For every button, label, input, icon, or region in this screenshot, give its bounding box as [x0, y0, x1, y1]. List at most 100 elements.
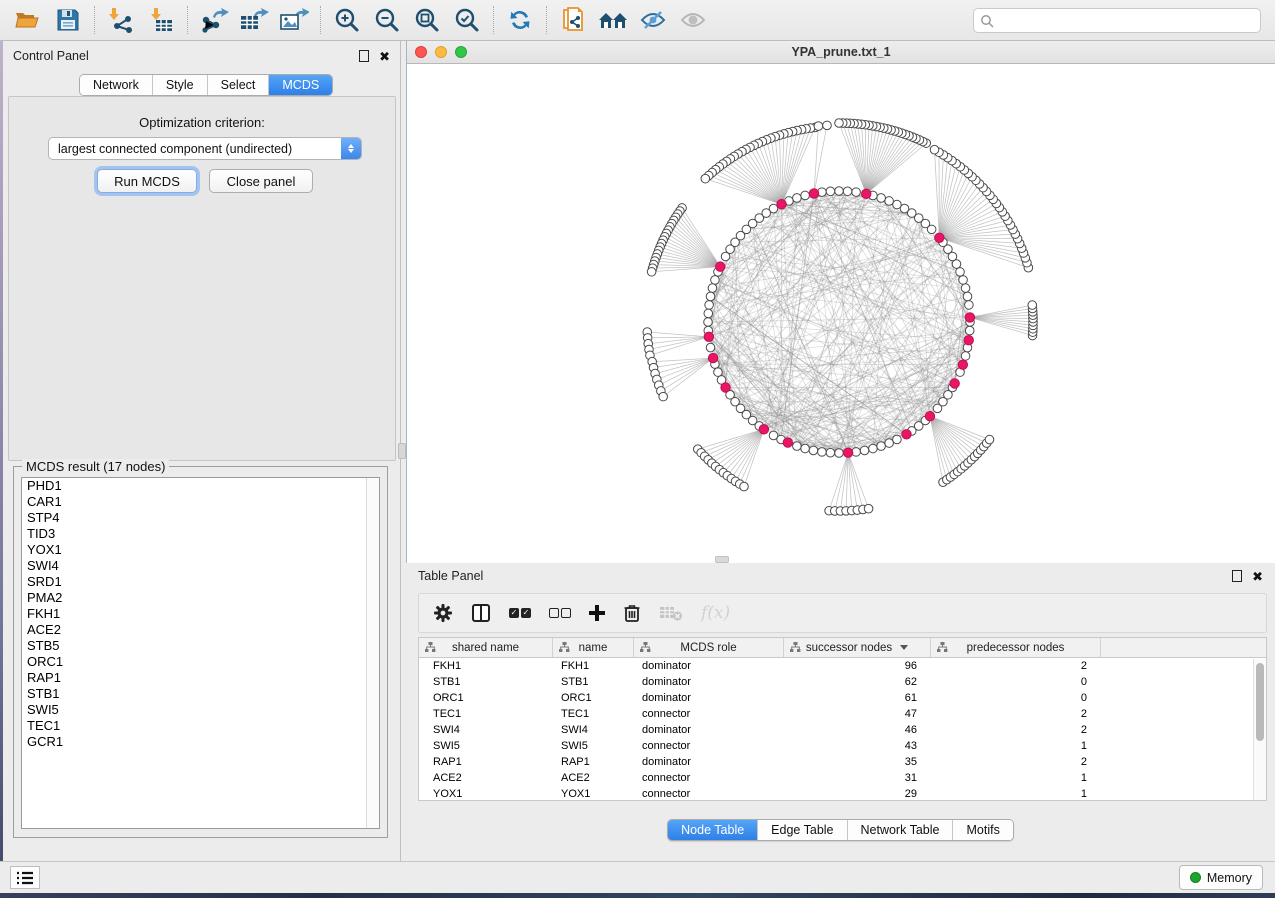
- mcds-result-item[interactable]: CAR1: [22, 494, 379, 510]
- network-node[interactable]: [701, 174, 710, 183]
- network-node[interactable]: [1028, 301, 1037, 310]
- delete-table-button[interactable]: [659, 599, 683, 627]
- column-header-MCDS-role[interactable]: MCDS role: [634, 638, 784, 657]
- network-node[interactable]: [706, 343, 715, 352]
- network-node[interactable]: [961, 284, 970, 293]
- zoom-out-button[interactable]: [367, 3, 407, 37]
- mcds-result-item[interactable]: ORC1: [22, 654, 379, 670]
- network-node[interactable]: [852, 188, 861, 197]
- table-row-FKH1[interactable]: FKH1FKH1dominator962: [419, 658, 1266, 674]
- mcds-result-list[interactable]: PHD1CAR1STP4TID3YOX1SWI4SRD1PMA2FKH1ACE2…: [21, 477, 380, 829]
- zoom-fit-content-button[interactable]: [407, 3, 447, 37]
- network-node[interactable]: [965, 326, 974, 335]
- mcds-result-item[interactable]: STB5: [22, 638, 379, 654]
- mcds-network-node[interactable]: [862, 189, 871, 198]
- network-node[interactable]: [826, 187, 835, 196]
- mcds-network-node[interactable]: [708, 353, 717, 362]
- maximize-window-icon[interactable]: [455, 46, 467, 58]
- mcds-result-item[interactable]: TEC1: [22, 718, 379, 734]
- mcds-network-node[interactable]: [950, 379, 959, 388]
- control-tab-network[interactable]: Network: [80, 75, 153, 95]
- network-node[interactable]: [826, 448, 835, 457]
- table-tab-motifs[interactable]: Motifs: [953, 820, 1012, 840]
- network-node[interactable]: [659, 392, 668, 401]
- network-node[interactable]: [801, 444, 810, 453]
- network-node[interactable]: [835, 119, 844, 128]
- table-tab-edge-table[interactable]: Edge Table: [758, 820, 847, 840]
- network-node[interactable]: [930, 145, 939, 154]
- close-panel-icon[interactable]: ✖: [379, 50, 390, 63]
- network-window-titlebar[interactable]: YPA_prune.txt_1: [407, 41, 1275, 64]
- close-window-icon[interactable]: [415, 46, 427, 58]
- search-input[interactable]: [994, 13, 1254, 29]
- column-header-successor-nodes[interactable]: successor nodes: [784, 638, 931, 657]
- network-node[interactable]: [985, 435, 994, 444]
- network-node[interactable]: [647, 267, 656, 276]
- network-node[interactable]: [869, 444, 878, 453]
- network-node[interactable]: [959, 276, 968, 285]
- mcds-network-node[interactable]: [925, 412, 934, 421]
- table-row-ORC1[interactable]: ORC1ORC1dominator610: [419, 690, 1266, 706]
- function-builder-button[interactable]: f(x): [701, 599, 730, 627]
- first-neighbors-button[interactable]: [593, 3, 633, 37]
- add-column-button[interactable]: [589, 599, 605, 627]
- control-tab-select[interactable]: Select: [208, 75, 270, 95]
- float-panel-icon[interactable]: [359, 50, 369, 62]
- mcds-network-node[interactable]: [902, 430, 911, 439]
- network-node[interactable]: [705, 301, 714, 310]
- network-node[interactable]: [877, 194, 886, 203]
- mcds-result-item[interactable]: RAP1: [22, 670, 379, 686]
- close-panel-icon[interactable]: ✖: [1252, 570, 1263, 583]
- mcds-result-item[interactable]: TID3: [22, 526, 379, 542]
- mcds-network-node[interactable]: [759, 425, 768, 434]
- table-options-button[interactable]: [433, 599, 453, 627]
- column-header-name[interactable]: name: [553, 638, 634, 657]
- search-box[interactable]: [973, 8, 1261, 33]
- mcds-result-item[interactable]: FKH1: [22, 606, 379, 622]
- network-node[interactable]: [740, 482, 749, 491]
- mcds-result-item[interactable]: SWI4: [22, 558, 379, 574]
- mcds-network-node[interactable]: [809, 189, 818, 198]
- network-node[interactable]: [721, 252, 730, 261]
- network-node[interactable]: [823, 121, 832, 130]
- network-node[interactable]: [835, 187, 844, 196]
- column-visibility-button[interactable]: [471, 599, 491, 627]
- table-row-STB1[interactable]: STB1STB1dominator620: [419, 674, 1266, 690]
- network-node[interactable]: [801, 191, 810, 200]
- zoom-in-button[interactable]: [327, 3, 367, 37]
- mcds-result-scrollbar[interactable]: [366, 478, 379, 828]
- table-scrollbar-thumb[interactable]: [1256, 663, 1264, 741]
- network-node[interactable]: [704, 309, 713, 318]
- network-canvas[interactable]: [407, 64, 1275, 563]
- export-table-button[interactable]: [234, 3, 274, 37]
- network-node[interactable]: [956, 268, 965, 277]
- float-panel-icon[interactable]: [1232, 570, 1242, 582]
- mcds-result-item[interactable]: PMA2: [22, 590, 379, 606]
- network-node[interactable]: [704, 318, 713, 327]
- network-node[interactable]: [860, 446, 869, 455]
- network-node[interactable]: [708, 284, 717, 293]
- network-node[interactable]: [793, 442, 802, 451]
- network-node[interactable]: [818, 448, 827, 457]
- network-node[interactable]: [893, 200, 902, 209]
- network-node[interactable]: [843, 187, 852, 196]
- table-row-ACE2[interactable]: ACE2ACE2connector311: [419, 770, 1266, 786]
- task-history-button[interactable]: [10, 866, 40, 889]
- table-tab-node-table[interactable]: Node Table: [668, 820, 758, 840]
- mcds-result-item[interactable]: STB1: [22, 686, 379, 702]
- network-node[interactable]: [963, 292, 972, 301]
- export-network-button[interactable]: [194, 3, 234, 37]
- network-node[interactable]: [877, 442, 886, 451]
- zoom-selected-button[interactable]: [447, 3, 487, 37]
- show-all-button[interactable]: [673, 3, 713, 37]
- refresh-view-button[interactable]: [500, 3, 540, 37]
- network-node[interactable]: [965, 301, 974, 310]
- network-node[interactable]: [714, 368, 723, 377]
- column-header-predecessor-nodes[interactable]: predecessor nodes: [931, 638, 1101, 657]
- mcds-network-node[interactable]: [935, 233, 944, 242]
- control-tab-mcds[interactable]: MCDS: [269, 75, 332, 95]
- close-panel-button[interactable]: Close panel: [209, 169, 313, 193]
- mcds-result-item[interactable]: ACE2: [22, 622, 379, 638]
- delete-column-button[interactable]: [623, 599, 641, 627]
- mcds-network-node[interactable]: [783, 438, 792, 447]
